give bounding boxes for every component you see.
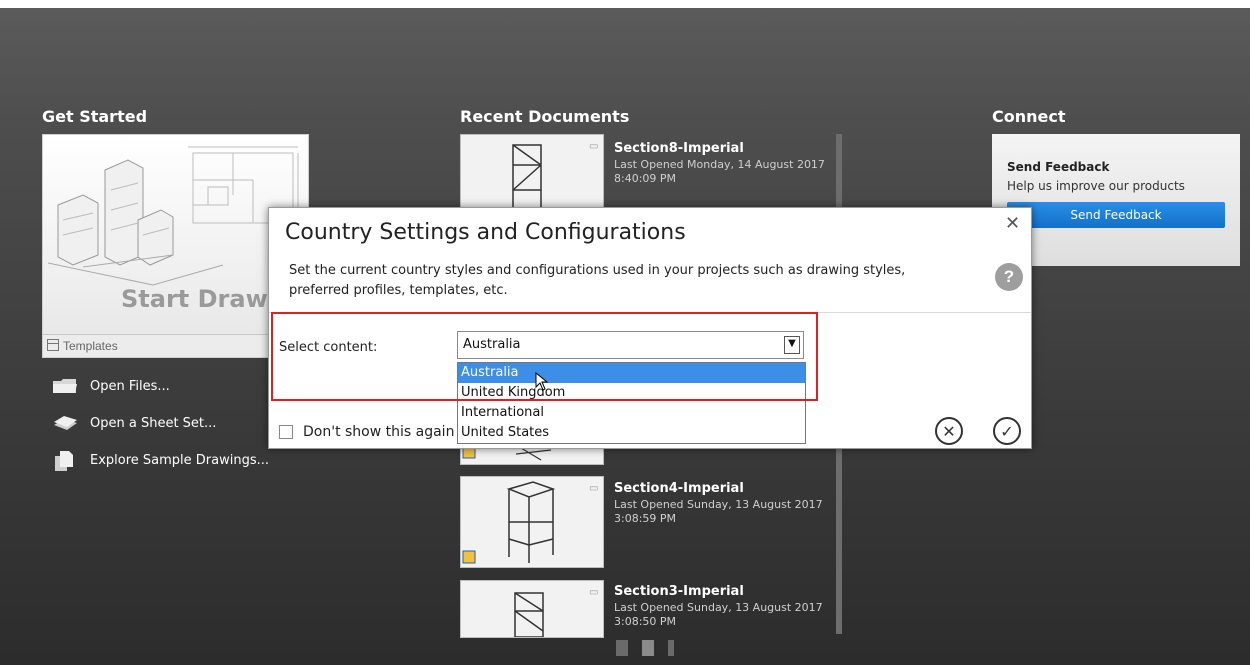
pin-icon[interactable]: ▭ — [589, 483, 598, 494]
document-time: 8:40:09 PM — [614, 172, 677, 185]
open-sheet-set-label: Open a Sheet Set... — [90, 415, 217, 431]
dropdown-option-united-states[interactable]: United States — [458, 423, 805, 443]
feedback-heading: Send Feedback — [1007, 160, 1110, 174]
view-mode-buttons — [616, 640, 674, 656]
sheet-set-icon — [52, 413, 78, 433]
dialog-description: Set the current country styles and confi… — [289, 263, 906, 298]
highlight-annotation-box — [271, 312, 818, 401]
dont-show-again-checkbox[interactable] — [279, 425, 293, 439]
compact-view-icon[interactable] — [668, 640, 674, 656]
templates-label: Templates — [63, 339, 118, 353]
sample-drawings-icon — [52, 450, 78, 471]
large-thumbnail-view-icon[interactable] — [616, 640, 628, 656]
get-started-heading: Get Started — [42, 107, 148, 126]
pin-icon[interactable]: ▭ — [589, 587, 598, 598]
document-preview-icon — [462, 481, 556, 564]
open-files-link[interactable]: Open Files... — [52, 376, 170, 396]
close-icon[interactable]: ✕ — [1005, 213, 1020, 234]
help-icon[interactable]: ? — [995, 263, 1023, 291]
open-files-label: Open Files... — [90, 378, 170, 394]
top-window-edge — [0, 0, 1250, 8]
recent-document-info[interactable]: Section4-Imperial Last Opened Sunday, 13… — [614, 481, 823, 526]
document-last-opened: Last Opened Sunday, 13 August 2017 — [614, 498, 823, 511]
dont-show-again-label: Don't show this again on startup — [303, 424, 457, 440]
document-name: Section4-Imperial — [614, 481, 744, 496]
explore-sample-drawings-link[interactable]: Explore Sample Drawings... — [52, 450, 270, 471]
dialog-title: Country Settings and Configurations — [285, 220, 686, 245]
dropdown-option-international[interactable]: International — [458, 403, 805, 423]
send-feedback-button[interactable]: Send Feedback — [1007, 202, 1225, 228]
document-preview-icon — [514, 592, 544, 637]
cancel-button[interactable]: ✕ — [935, 417, 963, 445]
feedback-text: Help us improve our products — [1007, 179, 1185, 193]
document-name: Section3-Imperial — [614, 584, 744, 599]
document-last-opened: Last Opened Monday, 14 August 2017 — [614, 158, 825, 171]
document-time: 3:08:50 PM — [614, 615, 677, 628]
recent-documents-heading: Recent Documents — [460, 107, 630, 126]
templates-icon — [47, 339, 59, 351]
recent-document-thumbnail[interactable] — [460, 580, 604, 638]
recent-document-info[interactable]: Section3-Imperial Last Opened Sunday, 13… — [614, 584, 823, 629]
document-name: Section8-Imperial — [614, 141, 744, 156]
document-last-opened: Last Opened Sunday, 13 August 2017 — [614, 601, 823, 614]
document-time: 3:08:59 PM — [614, 512, 677, 525]
pin-icon[interactable]: ▭ — [589, 141, 598, 152]
recent-document-thumbnail[interactable] — [460, 476, 604, 568]
ok-button[interactable]: ✓ — [993, 417, 1021, 445]
recent-document-info[interactable]: Section8-Imperial Last Opened Monday, 14… — [614, 141, 825, 186]
connect-heading: Connect — [992, 107, 1066, 126]
country-settings-dialog: Country Settings and Configurations ✕ Se… — [268, 207, 1032, 449]
folder-icon — [52, 376, 78, 396]
open-sheet-set-link[interactable]: Open a Sheet Set... — [52, 413, 216, 433]
explore-sample-drawings-label: Explore Sample Drawings... — [90, 452, 270, 468]
list-view-icon[interactable] — [642, 640, 654, 656]
